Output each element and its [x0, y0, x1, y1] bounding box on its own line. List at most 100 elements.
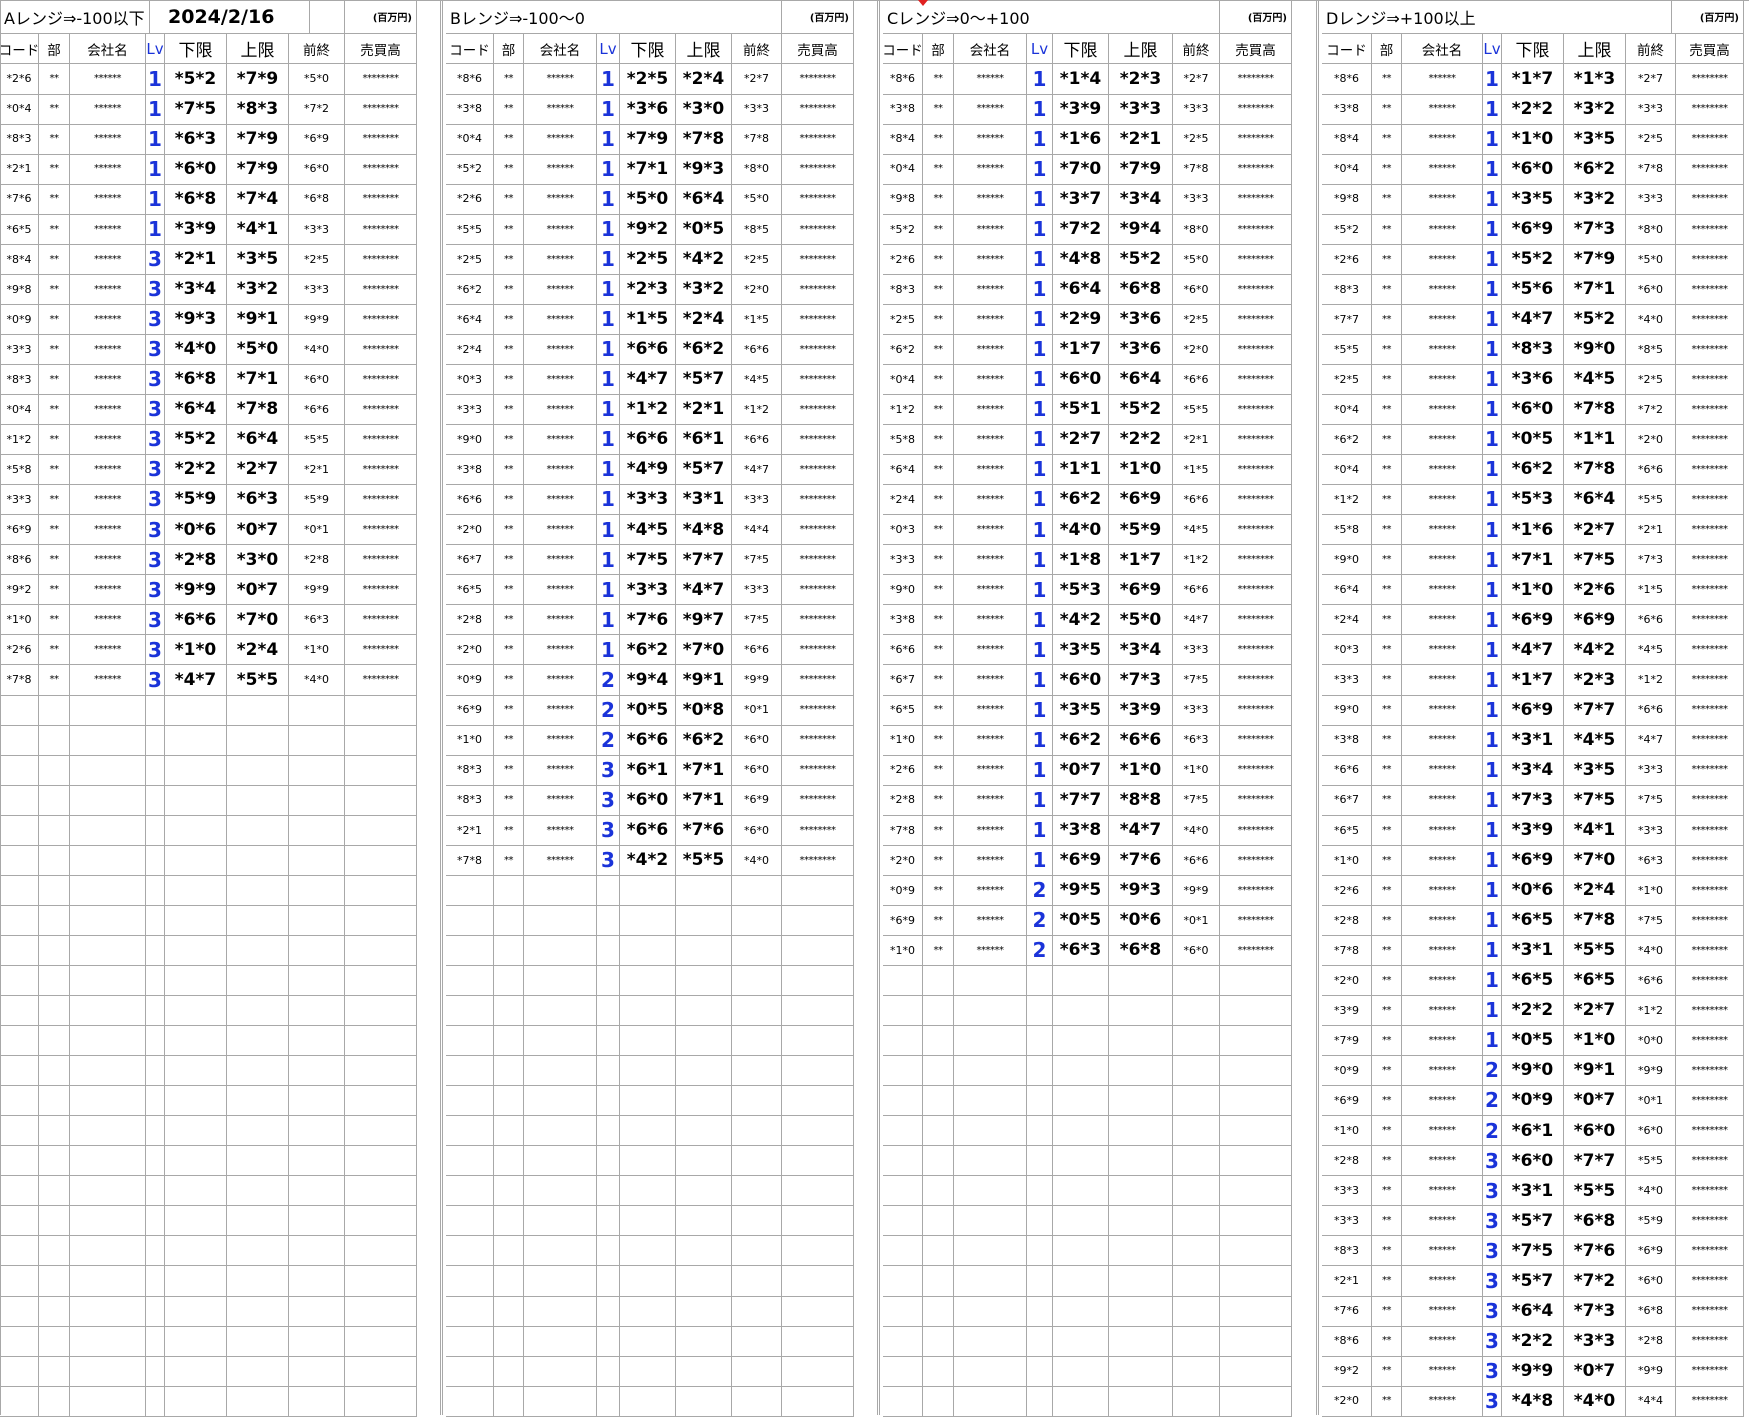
- row-lv[interactable]: 2: [1027, 905, 1053, 936]
- row-volume[interactable]: ********: [1676, 304, 1744, 335]
- empty-cell[interactable]: [227, 695, 289, 726]
- row-code[interactable]: *6*6: [446, 484, 494, 516]
- row-lv[interactable]: 1: [1483, 454, 1502, 486]
- row-lv[interactable]: 1: [1027, 544, 1053, 576]
- row-lv[interactable]: 1: [1483, 364, 1502, 396]
- row-code[interactable]: *0*4: [883, 154, 923, 185]
- row-sector[interactable]: **: [494, 514, 524, 546]
- empty-cell[interactable]: [345, 1205, 417, 1237]
- row-sector[interactable]: **: [494, 154, 524, 185]
- row-code[interactable]: *1*2: [883, 394, 923, 426]
- row-prev-close[interactable]: *5*5: [1173, 394, 1220, 426]
- row-prev-close[interactable]: *6*6: [732, 634, 782, 666]
- row-code[interactable]: *0*4: [446, 124, 494, 155]
- row-prev-close[interactable]: *7*2: [1626, 394, 1676, 426]
- row-upper[interactable]: *2*7: [227, 454, 289, 486]
- empty-cell[interactable]: [146, 965, 165, 997]
- row-upper[interactable]: *9*4: [1109, 214, 1173, 245]
- row-volume[interactable]: ********: [1220, 665, 1292, 696]
- row-lv[interactable]: 1: [597, 394, 620, 426]
- row-lower[interactable]: *7*2: [1053, 214, 1109, 245]
- row-volume[interactable]: ********: [345, 244, 417, 275]
- row-sector[interactable]: **: [923, 424, 954, 456]
- row-prev-close[interactable]: *8*5: [732, 214, 782, 245]
- row-lower[interactable]: *2*2: [1502, 995, 1564, 1027]
- row-company[interactable]: ******: [954, 394, 1027, 426]
- empty-cell[interactable]: [676, 1356, 732, 1387]
- empty-cell[interactable]: [345, 1025, 417, 1057]
- row-upper[interactable]: *0*7: [227, 574, 289, 606]
- empty-cell[interactable]: [446, 1085, 494, 1117]
- row-sector[interactable]: **: [1372, 484, 1402, 516]
- row-prev-close[interactable]: *6*0: [732, 755, 782, 786]
- empty-cell[interactable]: [165, 1296, 227, 1327]
- column-header-lv[interactable]: Lv: [1483, 34, 1502, 64]
- empty-cell[interactable]: [620, 1386, 676, 1417]
- empty-cell[interactable]: [954, 1326, 1027, 1357]
- row-upper[interactable]: *4*7: [1109, 815, 1173, 846]
- row-company[interactable]: ******: [1402, 905, 1483, 936]
- row-code[interactable]: *3*3: [1322, 1175, 1372, 1207]
- empty-cell[interactable]: [146, 1025, 165, 1057]
- row-volume[interactable]: ********: [1676, 634, 1744, 666]
- row-lv[interactable]: 1: [1027, 364, 1053, 396]
- row-lv[interactable]: 1: [597, 304, 620, 335]
- row-upper[interactable]: *8*3: [227, 94, 289, 125]
- empty-cell[interactable]: [70, 1115, 146, 1147]
- empty-cell[interactable]: [1173, 1326, 1220, 1357]
- row-prev-close[interactable]: *2*0: [1173, 334, 1220, 365]
- empty-cell[interactable]: [345, 725, 417, 756]
- row-company[interactable]: ******: [70, 634, 146, 666]
- row-prev-close[interactable]: *0*0: [1626, 1025, 1676, 1057]
- empty-cell[interactable]: [676, 1205, 732, 1237]
- empty-cell[interactable]: [1027, 1386, 1053, 1417]
- row-upper[interactable]: *7*8: [1564, 394, 1626, 426]
- row-lv[interactable]: 1: [597, 334, 620, 365]
- empty-cell[interactable]: [345, 905, 417, 936]
- empty-cell[interactable]: [0, 755, 39, 786]
- row-upper[interactable]: *4*1: [227, 214, 289, 245]
- empty-cell[interactable]: [494, 1085, 524, 1117]
- row-lv[interactable]: 1: [1483, 604, 1502, 636]
- row-upper[interactable]: *7*2: [1564, 1266, 1626, 1297]
- block-title[interactable]: Bレンジ⇒-100〜0: [446, 0, 782, 34]
- row-volume[interactable]: ********: [1676, 1025, 1744, 1057]
- row-company[interactable]: ******: [524, 484, 597, 516]
- row-upper[interactable]: *9*3: [1109, 875, 1173, 906]
- row-code[interactable]: *7*7: [1322, 304, 1372, 335]
- row-sector[interactable]: **: [494, 394, 524, 426]
- empty-cell[interactable]: [923, 1085, 954, 1117]
- row-lv[interactable]: 1: [146, 94, 165, 125]
- row-upper[interactable]: *2*3: [1564, 665, 1626, 696]
- row-sector[interactable]: **: [1372, 1356, 1402, 1387]
- row-prev-close[interactable]: *6*6: [289, 394, 345, 426]
- empty-cell[interactable]: [620, 1085, 676, 1117]
- empty-cell[interactable]: [597, 965, 620, 997]
- row-volume[interactable]: ********: [1676, 1175, 1744, 1207]
- row-company[interactable]: ******: [954, 905, 1027, 936]
- empty-cell[interactable]: [494, 1055, 524, 1087]
- row-upper[interactable]: *7*8: [676, 124, 732, 155]
- empty-cell[interactable]: [345, 875, 417, 906]
- row-volume[interactable]: ********: [1676, 755, 1744, 786]
- empty-cell[interactable]: [1173, 1025, 1220, 1057]
- row-sector[interactable]: **: [923, 484, 954, 516]
- row-code[interactable]: *2*6: [1322, 244, 1372, 275]
- row-prev-close[interactable]: *3*3: [289, 274, 345, 305]
- row-code[interactable]: *3*3: [1322, 665, 1372, 696]
- row-sector[interactable]: **: [494, 334, 524, 365]
- empty-cell[interactable]: [1109, 1025, 1173, 1057]
- empty-cell[interactable]: [227, 1356, 289, 1387]
- row-upper[interactable]: *7*1: [676, 785, 732, 816]
- empty-cell[interactable]: [954, 1085, 1027, 1117]
- row-lv[interactable]: 1: [597, 634, 620, 666]
- empty-cell[interactable]: [524, 1145, 597, 1177]
- row-lv[interactable]: 1: [1027, 64, 1053, 95]
- row-upper[interactable]: *7*6: [1564, 1235, 1626, 1267]
- column-header-lower[interactable]: 下限: [165, 34, 227, 64]
- row-upper[interactable]: *7*4: [227, 184, 289, 215]
- row-lv[interactable]: 2: [1027, 935, 1053, 966]
- row-sector[interactable]: **: [1372, 1296, 1402, 1327]
- row-lv[interactable]: 3: [146, 304, 165, 335]
- row-volume[interactable]: ********: [1676, 514, 1744, 546]
